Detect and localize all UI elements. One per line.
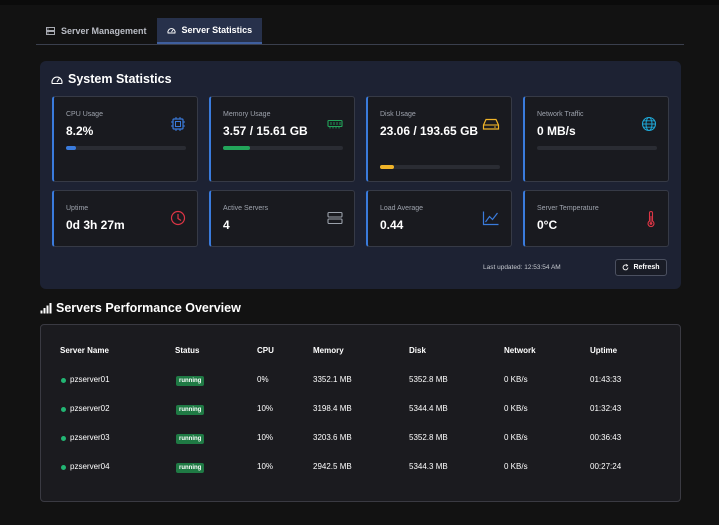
clock-icon: [170, 210, 186, 226]
signal-bars-icon: [40, 302, 52, 313]
server-name: pzserver04: [70, 462, 110, 471]
status-badge: running: [176, 405, 205, 415]
stat-value: 0 MB/s: [537, 124, 576, 138]
stat-card-cpu: CPU Usage 8.2%: [52, 96, 198, 182]
stat-label: Network Traffic: [537, 111, 584, 118]
servers-table: Server Name Status CPU Memory Disk Netwo…: [40, 324, 681, 502]
cpu-value: 10%: [257, 462, 274, 471]
status-dot: [61, 465, 66, 470]
column-header: CPU: [257, 346, 274, 355]
last-updated-text: Last updated: 12:53:54 AM: [483, 264, 561, 271]
column-header: Uptime: [590, 346, 618, 355]
overview-heading: Servers Performance Overview: [56, 301, 241, 315]
overview-title: Servers Performance Overview: [40, 301, 241, 315]
memory-progress-bar: [223, 146, 343, 150]
status-dot: [61, 407, 66, 412]
stat-label: Memory Usage: [223, 111, 271, 118]
stat-label: Load Average: [380, 205, 424, 212]
stat-card-uptime: Uptime 0d 3h 27m: [52, 190, 198, 247]
memory-value: 3203.6 MB: [313, 433, 352, 442]
disk-progress-bar: [380, 165, 500, 169]
memory-value: 3198.4 MB: [313, 404, 352, 413]
stat-value: 8.2%: [66, 124, 94, 138]
server-icon: [46, 27, 55, 35]
network-value: 0 KB/s: [504, 462, 528, 471]
status-badge: running: [176, 434, 205, 444]
cpu-value: 10%: [257, 433, 274, 442]
memory-value: 3352.1 MB: [313, 375, 352, 384]
uptime-value: 00:36:43: [590, 433, 622, 442]
status-dot: [61, 436, 66, 441]
stat-card-temperature: Server Temperature 0°C: [523, 190, 669, 247]
tab-label: Server Statistics: [181, 25, 253, 35]
stat-card-active-servers: Active Servers 4: [209, 190, 355, 247]
server-stack-icon: [327, 211, 343, 225]
network-value: 0 KB/s: [504, 433, 528, 442]
globe-icon: [641, 116, 657, 132]
uptime-value: 01:32:43: [590, 404, 622, 413]
refresh-icon: [623, 264, 629, 271]
tab-server-management[interactable]: Server Management: [36, 18, 157, 44]
disk-value: 5352.8 MB: [409, 433, 448, 442]
stat-value: 23.06 / 193.65 GB: [380, 124, 479, 138]
server-name: pzserver02: [70, 404, 110, 413]
column-header: Network: [504, 346, 536, 355]
column-header: Memory: [313, 346, 344, 355]
progress-fill: [66, 146, 76, 150]
memory-icon: [327, 119, 343, 129]
disk-value: 5344.3 MB: [409, 462, 448, 471]
column-header: Disk: [409, 346, 426, 355]
chart-line-icon: [482, 211, 499, 226]
panel-heading: System Statistics: [68, 72, 172, 86]
disk-value: 5344.4 MB: [409, 404, 448, 413]
stat-card-network: Network Traffic 0 MB/s: [523, 96, 669, 182]
stat-label: Uptime: [66, 205, 89, 212]
column-header: Server Name: [60, 346, 109, 355]
uptime-value: 01:43:33: [590, 375, 622, 384]
server-name: pzserver03: [70, 433, 110, 442]
progress-fill: [380, 165, 395, 169]
stat-card-memory: Memory Usage 3.57 / 15.61 GB: [209, 96, 355, 182]
stat-value: 4: [223, 218, 230, 232]
column-header: Status: [175, 346, 200, 355]
refresh-button[interactable]: Refresh: [615, 259, 667, 276]
cpu-value: 0%: [257, 375, 269, 384]
top-bar: [0, 0, 719, 5]
uptime-value: 00:27:24: [590, 462, 622, 471]
system-statistics-title: System Statistics: [51, 72, 172, 86]
network-value: 0 KB/s: [504, 404, 528, 413]
stat-value: 0d 3h 27m: [66, 218, 125, 232]
stat-value: 3.57 / 15.61 GB: [223, 124, 308, 138]
cpu-icon: [171, 117, 185, 131]
cpu-progress-bar: [66, 146, 186, 150]
refresh-label: Refresh: [633, 264, 660, 271]
stat-card-load-average: Load Average 0.44: [366, 190, 512, 247]
gauge-icon: [167, 28, 176, 34]
cpu-value: 10%: [257, 404, 274, 413]
progress-fill: [223, 146, 251, 150]
network-value: 0 KB/s: [504, 375, 528, 384]
stat-label: Active Servers: [223, 205, 269, 212]
memory-value: 2942.5 MB: [313, 462, 352, 471]
stat-value: 0°C: [537, 218, 558, 232]
stat-label: Server Temperature: [537, 205, 599, 212]
stat-label: CPU Usage: [66, 111, 103, 118]
status-badge: running: [176, 376, 205, 386]
tab-label: Server Management: [61, 26, 147, 36]
stat-label: Disk Usage: [380, 111, 416, 118]
status-dot: [61, 378, 66, 383]
tab-server-statistics[interactable]: Server Statistics: [156, 18, 263, 44]
hard-drive-icon: [482, 118, 500, 130]
status-badge: running: [176, 463, 205, 473]
stat-value: 0.44: [380, 218, 404, 232]
gauge-icon: [51, 76, 63, 84]
thermometer-icon: [647, 211, 655, 228]
stat-card-disk: Disk Usage 23.06 / 193.65 GB: [366, 96, 512, 182]
tab-bar: Server Management Server Statistics: [36, 18, 684, 45]
server-name: pzserver01: [70, 375, 110, 384]
network-progress-bar: [537, 146, 657, 150]
disk-value: 5352.8 MB: [409, 375, 448, 384]
